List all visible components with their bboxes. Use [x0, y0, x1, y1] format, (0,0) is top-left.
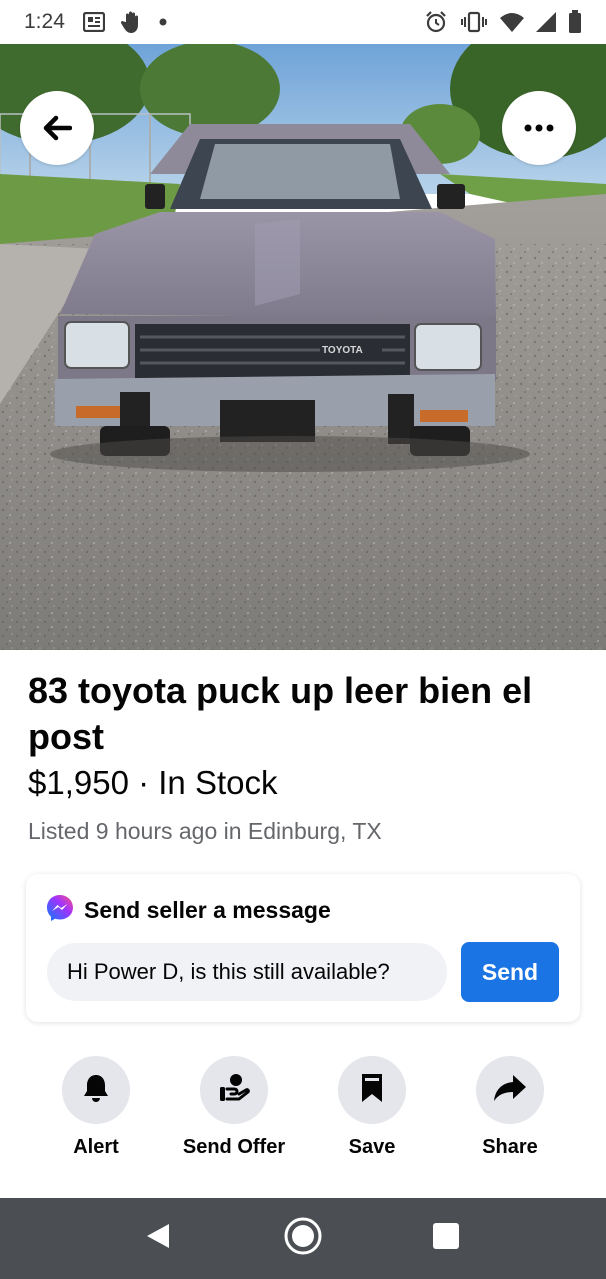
- message-header-text: Send seller a message: [84, 897, 331, 923]
- nav-recents-button[interactable]: [406, 1198, 486, 1279]
- grille-badge: TOYOTA: [322, 345, 363, 356]
- share-action[interactable]: Share: [441, 1056, 579, 1166]
- listing-title: 83 toyota puck up leer bien el post: [28, 670, 533, 757]
- hand-icon: [120, 10, 143, 34]
- message-header: Send seller a message: [46, 894, 331, 927]
- send-offer-button[interactable]: [200, 1056, 268, 1124]
- listing-price: $1,950 · In Stock: [28, 764, 278, 801]
- nav-back-button[interactable]: [118, 1198, 198, 1279]
- save-action[interactable]: Save: [303, 1056, 441, 1166]
- messenger-icon: [46, 894, 74, 927]
- listing-meta: Listed 9 hours ago in Edinburg, TX: [28, 818, 382, 844]
- save-button[interactable]: [338, 1056, 406, 1124]
- back-button[interactable]: [20, 91, 94, 165]
- action-row: Alert Send Offer Save Share: [27, 1056, 579, 1166]
- system-nav-bar: [0, 1198, 606, 1279]
- bell-icon: [80, 1072, 112, 1109]
- nav-home-button[interactable]: [263, 1198, 343, 1279]
- back-triangle-icon: [145, 1222, 171, 1255]
- alert-label: Alert: [73, 1136, 119, 1158]
- battery-icon: [568, 10, 582, 34]
- ellipsis-icon: [524, 124, 554, 132]
- offer-icon: [217, 1071, 251, 1110]
- status-bar: 1:24: [0, 0, 606, 44]
- alert-action[interactable]: Alert: [27, 1056, 165, 1166]
- vibrate-icon: [460, 11, 488, 33]
- send-message-card: Send seller a message Send: [26, 874, 580, 1022]
- listing-photo[interactable]: TOYOTA: [0, 44, 606, 650]
- message-input[interactable]: [47, 943, 447, 1001]
- home-circle-icon: [283, 1216, 323, 1261]
- signal-icon: [536, 12, 556, 32]
- more-options-button[interactable]: [502, 91, 576, 165]
- send-button[interactable]: Send: [461, 942, 559, 1002]
- arrow-left-icon: [42, 115, 72, 141]
- share-label: Share: [482, 1136, 538, 1158]
- alarm-icon: [424, 10, 448, 34]
- status-time: 1:24: [24, 10, 65, 33]
- send-offer-action[interactable]: Send Offer: [165, 1056, 303, 1166]
- news-icon: [82, 12, 105, 32]
- alert-button[interactable]: [62, 1056, 130, 1124]
- bookmark-icon: [359, 1072, 385, 1109]
- recents-square-icon: [432, 1222, 460, 1255]
- dot-icon: [159, 18, 167, 26]
- send-offer-label: Send Offer: [182, 1136, 286, 1158]
- wifi-icon: [500, 12, 524, 32]
- save-label: Save: [348, 1136, 396, 1158]
- share-icon: [493, 1073, 527, 1108]
- share-button[interactable]: [476, 1056, 544, 1124]
